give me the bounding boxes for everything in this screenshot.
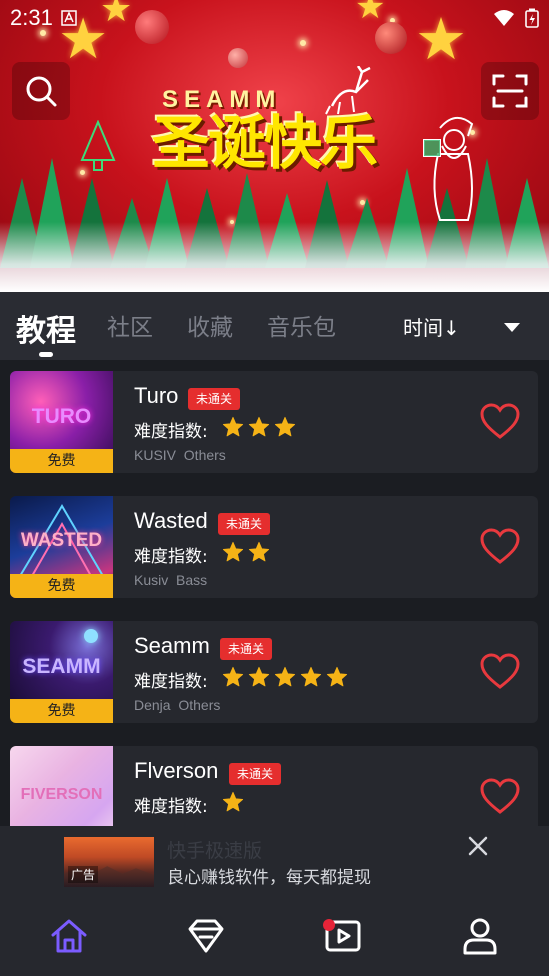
song-cover: WASTED 免费 bbox=[10, 496, 113, 598]
difficulty-label: 难度指数: bbox=[134, 672, 208, 692]
chevron-down-icon bbox=[504, 323, 520, 332]
not-cleared-badge: 未通关 bbox=[229, 763, 282, 785]
star-icon bbox=[274, 666, 296, 687]
favorite-heart-icon[interactable] bbox=[479, 777, 521, 815]
tab-active-indicator bbox=[39, 352, 53, 357]
difficulty-label: 难度指数: bbox=[134, 422, 208, 442]
ornament-decoration bbox=[228, 48, 248, 68]
difficulty-stars bbox=[222, 666, 348, 688]
star-icon bbox=[326, 666, 348, 687]
song-name: Turo bbox=[134, 383, 179, 408]
user-icon[interactable] bbox=[460, 916, 500, 956]
search-icon bbox=[26, 76, 57, 107]
ad-title: 快手极速版 bbox=[167, 840, 263, 862]
close-icon[interactable] bbox=[466, 834, 490, 858]
tab-community[interactable]: 社区 bbox=[107, 308, 153, 342]
star-icon bbox=[300, 666, 322, 687]
tree-lineart-decoration bbox=[80, 120, 116, 171]
song-cover-title: WASTED bbox=[20, 530, 103, 551]
song-artist: KUSIV Others bbox=[134, 447, 226, 463]
christmas-banner[interactable]: ★ ★ ★ ★ SEAMM 圣诞快乐 2:31 bbox=[0, 0, 549, 292]
star-icon bbox=[248, 541, 270, 562]
santa-illustration bbox=[423, 117, 474, 221]
star-icon bbox=[222, 416, 244, 437]
snow-ground bbox=[0, 222, 549, 292]
notification-icon bbox=[61, 10, 77, 26]
battery-icon bbox=[525, 8, 539, 28]
sort-by-time-button[interactable]: 时间↓ bbox=[403, 312, 460, 341]
ad-tag: 广告 bbox=[68, 866, 99, 883]
free-tag: 免费 bbox=[10, 574, 113, 598]
bottom-nav bbox=[0, 898, 549, 976]
sparkle-decoration bbox=[300, 40, 306, 46]
favorite-heart-icon[interactable] bbox=[479, 527, 521, 565]
status-time: 2:31 bbox=[10, 5, 53, 30]
song-cover-title: TURO bbox=[31, 405, 92, 428]
banner-title-cn: 圣诞快乐 bbox=[152, 109, 378, 177]
tab-tutorial[interactable]: 教程 bbox=[16, 306, 76, 350]
sort-dropdown-button[interactable] bbox=[498, 316, 526, 340]
song-cover: SEAMM 免费 bbox=[10, 621, 113, 723]
tab-bar: 教程 社区 收藏 音乐包 bbox=[0, 292, 549, 360]
diamond-icon[interactable] bbox=[186, 916, 226, 956]
song-list-item[interactable]: WASTED 免费 Wasted 未通关 难度指数: Kusiv Bass bbox=[10, 496, 538, 598]
star-icon bbox=[248, 416, 270, 437]
not-cleared-badge: 未通关 bbox=[220, 638, 273, 660]
not-cleared-badge: 未通关 bbox=[188, 388, 241, 410]
free-tag: 免费 bbox=[10, 449, 113, 473]
scan-icon bbox=[492, 74, 528, 108]
song-cover: TURO 免费 bbox=[10, 371, 113, 473]
song-artist: Denja Others bbox=[134, 697, 221, 713]
star-icon bbox=[222, 541, 244, 562]
song-list-item[interactable]: SEAMM 免费 Seamm 未通关 难度指数: Denja Others bbox=[10, 621, 538, 723]
favorite-heart-icon[interactable] bbox=[479, 652, 521, 690]
song-name: Seamm bbox=[134, 633, 210, 658]
home-icon[interactable] bbox=[49, 916, 89, 956]
song-cover-title: SEAMM bbox=[22, 655, 101, 678]
scan-button[interactable] bbox=[481, 62, 539, 120]
wifi-icon bbox=[494, 10, 514, 26]
ad-image: 广告 bbox=[64, 837, 154, 887]
song-list-item[interactable]: TURO 免费 Turo 未通关 难度指数: KUSIV Others bbox=[10, 371, 538, 473]
difficulty-stars bbox=[222, 416, 296, 438]
ad-banner[interactable]: 广告 快手极速版 良心赚钱软件，每天都提现 bbox=[0, 826, 549, 898]
ad-description: 良心赚钱软件，每天都提现 bbox=[167, 868, 371, 888]
song-artist: Kusiv Bass bbox=[134, 572, 208, 588]
star-icon bbox=[248, 666, 270, 687]
favorite-heart-icon[interactable] bbox=[479, 402, 521, 440]
difficulty-label: 难度指数: bbox=[134, 797, 208, 817]
difficulty-stars bbox=[222, 541, 270, 563]
tab-music-packs[interactable]: 音乐包 bbox=[267, 308, 336, 342]
song-cover-title: FIVERSON bbox=[20, 786, 103, 803]
star-icon bbox=[222, 666, 244, 687]
not-cleared-badge: 未通关 bbox=[218, 513, 271, 535]
free-tag: 免费 bbox=[10, 699, 113, 723]
planet-decoration bbox=[84, 629, 98, 643]
difficulty-label: 难度指数: bbox=[134, 547, 208, 567]
song-name: Wasted bbox=[134, 508, 208, 533]
song-name: Flverson bbox=[134, 758, 219, 783]
star-icon bbox=[222, 791, 244, 812]
search-button[interactable] bbox=[12, 62, 70, 120]
star-icon bbox=[274, 416, 296, 437]
notification-dot bbox=[323, 919, 335, 931]
difficulty-stars bbox=[222, 791, 244, 813]
status-bar: 2:31 bbox=[0, 0, 549, 36]
tab-favorites[interactable]: 收藏 bbox=[187, 308, 233, 342]
